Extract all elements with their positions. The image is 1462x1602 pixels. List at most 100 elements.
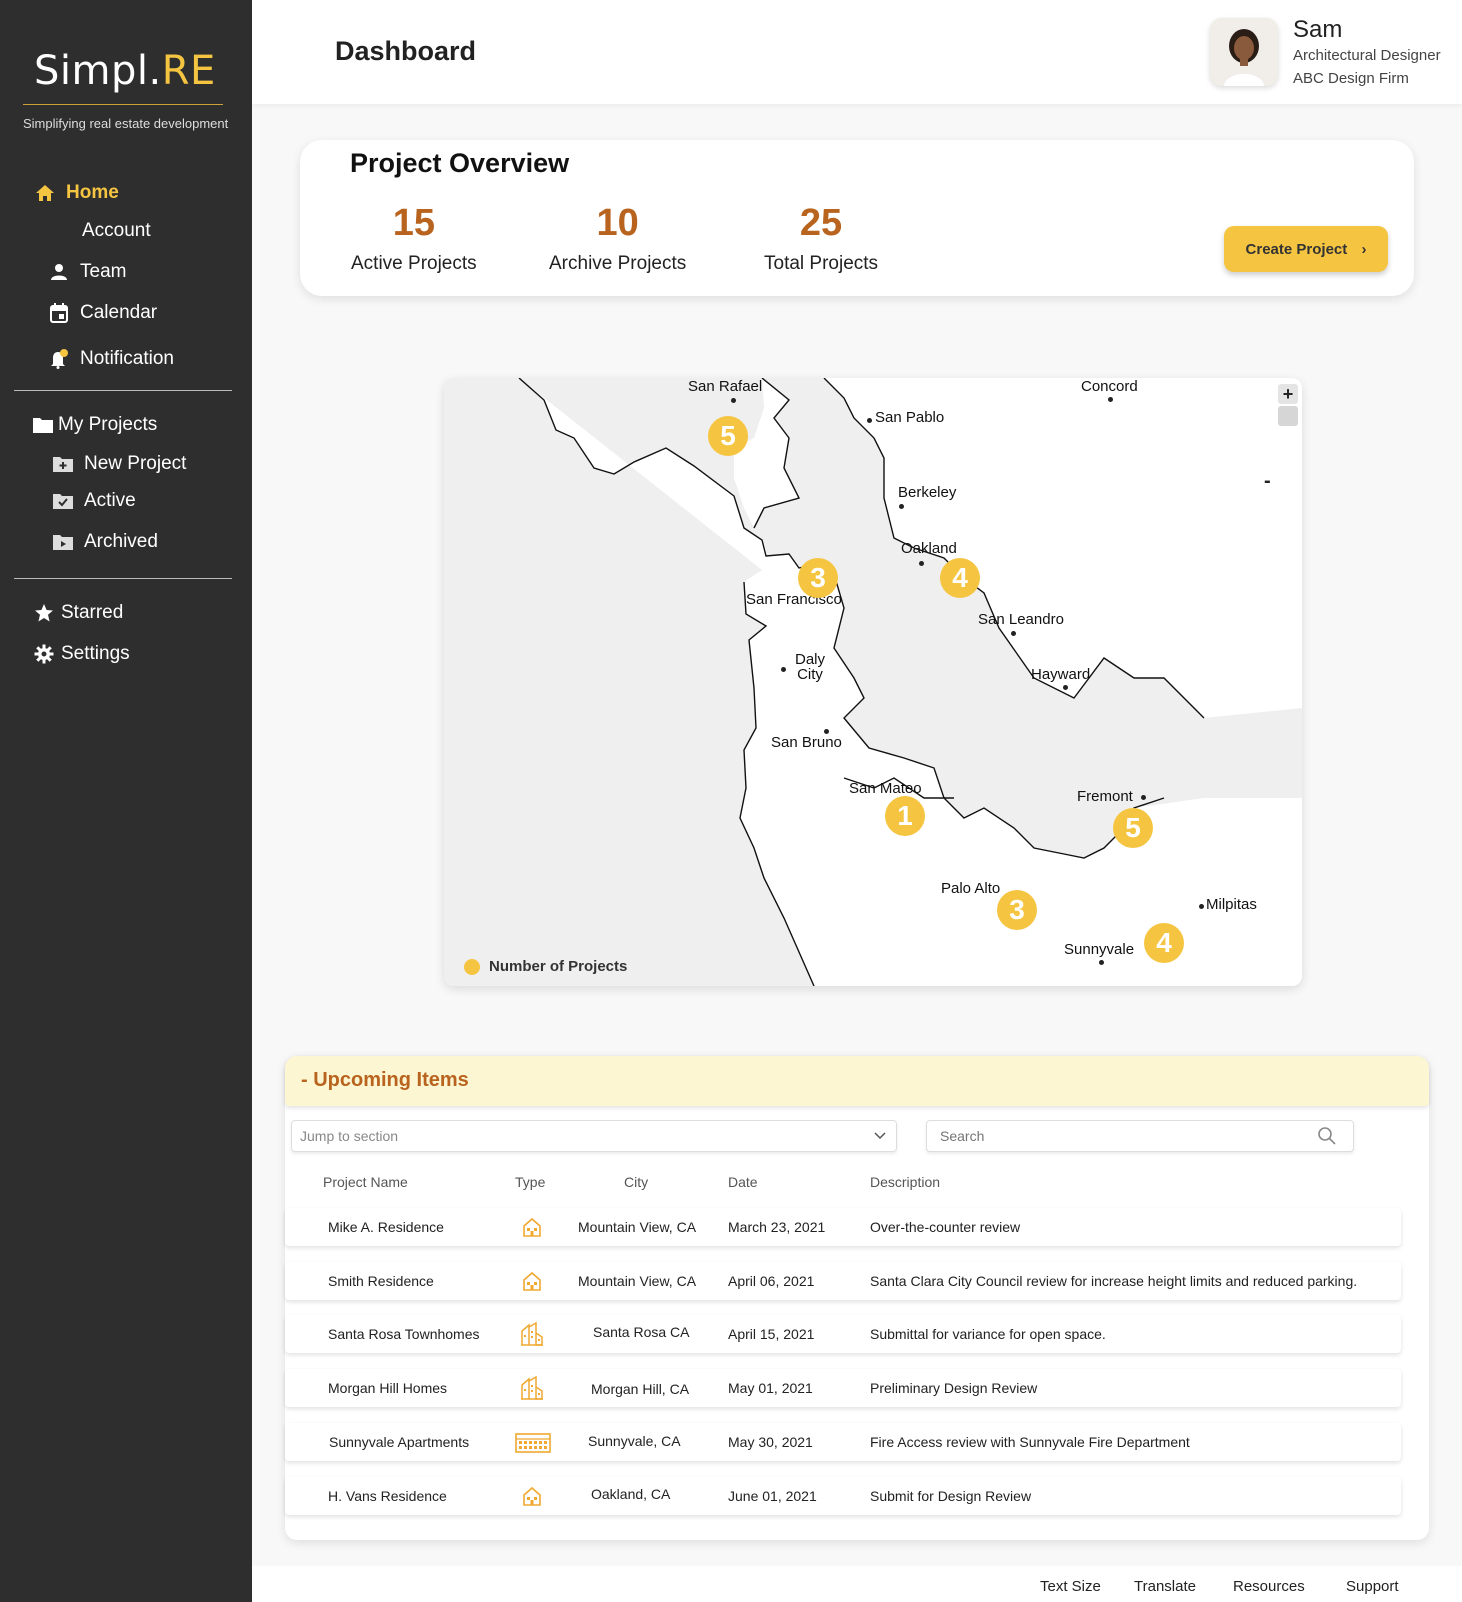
table-row[interactable]: Santa Rosa Townhomes Santa Rosa CA April…	[285, 1315, 1401, 1353]
sidebar-item-starred[interactable]: Starred	[33, 602, 123, 624]
map-marker-oakland[interactable]: 4	[940, 558, 980, 598]
townhome-icon	[520, 1375, 544, 1406]
map-land-outline	[444, 378, 1302, 986]
search-input[interactable]	[926, 1120, 1354, 1152]
row-date: March 23, 2021	[728, 1219, 826, 1235]
project-map[interactable]: San Rafael San Pablo Concord Berkeley Oa…	[444, 378, 1302, 986]
map-marker-sunnyvale[interactable]: 4	[1144, 923, 1184, 963]
calendar-icon	[48, 303, 70, 323]
apartment-icon	[515, 1433, 551, 1458]
row-project-name: Morgan Hill Homes	[328, 1380, 448, 1396]
stat-label: Archive Projects	[549, 253, 687, 274]
map-city-sunnyvale: Sunnyvale	[1064, 941, 1135, 958]
column-header-city: City	[624, 1174, 649, 1190]
folder-icon	[32, 416, 54, 434]
upcoming-items-toggle[interactable]: - Upcoming Items	[301, 1069, 469, 1092]
project-overview-card: Project Overview 15 Active Projects 10 A…	[300, 140, 1414, 296]
house-icon	[521, 1485, 543, 1512]
sidebar-item-active[interactable]: Active	[52, 490, 136, 512]
brand-tagline: Simplifying real estate development	[23, 116, 229, 131]
row-date: April 06, 2021	[728, 1273, 815, 1289]
brand-accent: RE	[161, 48, 216, 94]
footer: Text Size Translate Resources Support	[252, 1566, 1462, 1602]
footer-link-translate[interactable]: Translate	[1134, 1578, 1196, 1595]
row-project-name: Santa Rosa Townhomes	[328, 1326, 480, 1342]
map-city-dot	[1199, 904, 1204, 909]
sidebar-item-home[interactable]: Home	[34, 182, 119, 204]
column-header-date: Date	[728, 1174, 758, 1190]
table-row[interactable]: Sunnyvale Apartments Sunnyvale, CA May 3…	[285, 1423, 1401, 1461]
zoom-in-button[interactable]: +	[1278, 384, 1298, 404]
create-project-button[interactable]: Create Project ›	[1224, 226, 1388, 272]
sidebar-item-archived[interactable]: Archived	[52, 531, 158, 553]
jump-to-section-select[interactable]: Jump to section	[291, 1120, 897, 1152]
map-marker-palo-alto[interactable]: 3	[997, 890, 1037, 930]
user-firm: ABC Design Firm	[1293, 70, 1409, 87]
map-city-dot	[1099, 960, 1104, 965]
row-description: Fire Access review with Sunnyvale Fire D…	[870, 1434, 1190, 1450]
map-city-san-pablo: San Pablo	[875, 409, 945, 426]
overview-title: Project Overview	[350, 148, 570, 178]
sidebar-item-label: Archived	[84, 531, 158, 552]
house-icon	[521, 1270, 543, 1297]
map-marker-san-mateo[interactable]: 1	[885, 796, 925, 836]
map-city-milpitas: Milpitas	[1206, 896, 1257, 913]
townhome-icon	[520, 1321, 544, 1352]
map-city-dot	[824, 729, 829, 734]
table-row[interactable]: Mike A. Residence Mountain View, CA Marc…	[285, 1208, 1401, 1246]
stat-value: 25	[799, 202, 843, 244]
folder-archive-icon	[52, 533, 74, 551]
sidebar-item-account[interactable]: Account	[82, 220, 151, 242]
sidebar-item-my-projects[interactable]: My Projects	[32, 414, 157, 436]
row-city: Mountain View, CA	[578, 1273, 697, 1289]
page-title: Dashboard	[335, 36, 477, 66]
zoom-slider-handle[interactable]	[1278, 406, 1298, 426]
table-row[interactable]: H. Vans Residence Oakland, CA June 01, 2…	[285, 1477, 1401, 1515]
sidebar-item-team[interactable]: Team	[48, 261, 126, 283]
sidebar-item-new-project[interactable]: New Project	[52, 453, 186, 475]
sidebar-divider	[14, 390, 232, 391]
stat-value: 10	[596, 202, 639, 244]
sidebar-item-notification[interactable]: Notification	[48, 348, 174, 370]
map-city-oakland: Oakland	[901, 540, 957, 557]
sidebar: Simpl.RE Simplifying real estate develop…	[0, 0, 252, 1602]
search-icon[interactable]	[1317, 1126, 1337, 1151]
brand-name: Simpl.	[34, 48, 162, 94]
map-city-concord: Concord	[1081, 378, 1138, 395]
map-city-hayward: Hayward	[1031, 666, 1091, 683]
user-role: Architectural Designer	[1293, 47, 1441, 64]
table-row[interactable]: Smith Residence Mountain View, CA April …	[285, 1262, 1401, 1300]
footer-link-text-size[interactable]: Text Size	[1040, 1578, 1101, 1595]
brand-logo[interactable]: Simpl.RE	[34, 48, 216, 94]
map-marker-san-rafael[interactable]: 5	[708, 416, 748, 456]
zoom-out-button[interactable]: -	[1264, 470, 1271, 493]
map-city-berkeley: Berkeley	[898, 484, 957, 501]
table-row[interactable]: Morgan Hill Homes Morgan Hill, CA May 01…	[285, 1369, 1401, 1407]
stat-total-projects: 25 Total Projects	[764, 202, 878, 275]
row-project-name: H. Vans Residence	[328, 1488, 447, 1504]
sidebar-item-label: Calendar	[80, 302, 158, 323]
stat-value: 15	[392, 202, 435, 244]
row-description: Submit for Design Review	[870, 1488, 1032, 1504]
footer-link-resources[interactable]: Resources	[1233, 1578, 1305, 1595]
map-marker-san-francisco[interactable]: 3	[798, 558, 838, 598]
sidebar-item-calendar[interactable]: Calendar	[48, 302, 157, 324]
footer-link-support[interactable]: Support	[1346, 1578, 1399, 1595]
map-city-dot	[1063, 685, 1068, 690]
map-city-san-bruno: San Bruno	[771, 734, 842, 751]
row-city: Sunnyvale, CA	[588, 1433, 681, 1449]
map-legend: Number of Projects	[464, 958, 627, 975]
sidebar-item-label: Notification	[80, 348, 174, 369]
row-description: Santa Clara City Council review for incr…	[870, 1273, 1358, 1289]
sidebar-item-label: Team	[80, 261, 127, 282]
row-city: Mountain View, CA	[578, 1219, 697, 1235]
sidebar-item-label: Settings	[61, 643, 130, 664]
folder-plus-icon	[52, 455, 74, 473]
map-city-dot	[867, 418, 872, 423]
map-city-dot	[919, 561, 924, 566]
avatar[interactable]	[1210, 18, 1278, 86]
map-marker-fremont[interactable]: 5	[1113, 808, 1153, 848]
jump-to-section-placeholder: Jump to section	[300, 1128, 399, 1144]
sidebar-item-settings[interactable]: Settings	[33, 643, 130, 665]
sidebar-item-label: Starred	[61, 602, 124, 623]
